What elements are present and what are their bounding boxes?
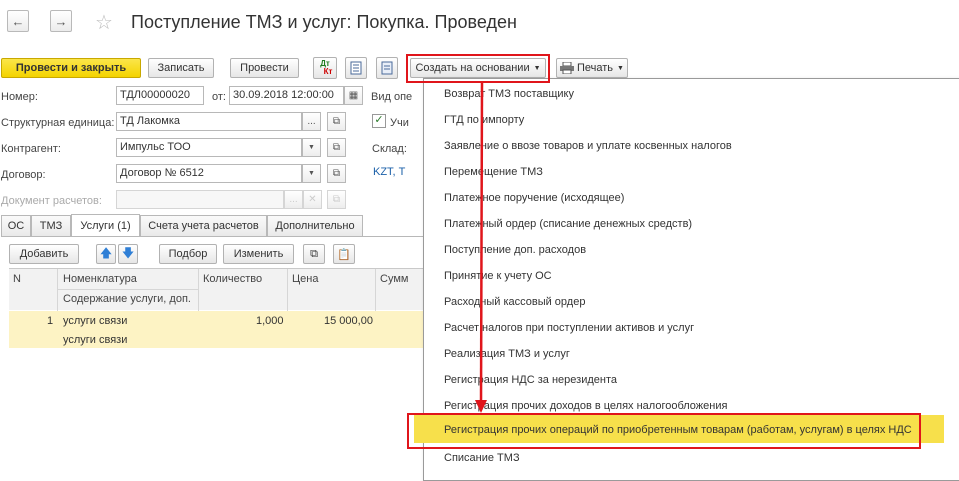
annotation-arrow — [475, 81, 487, 413]
